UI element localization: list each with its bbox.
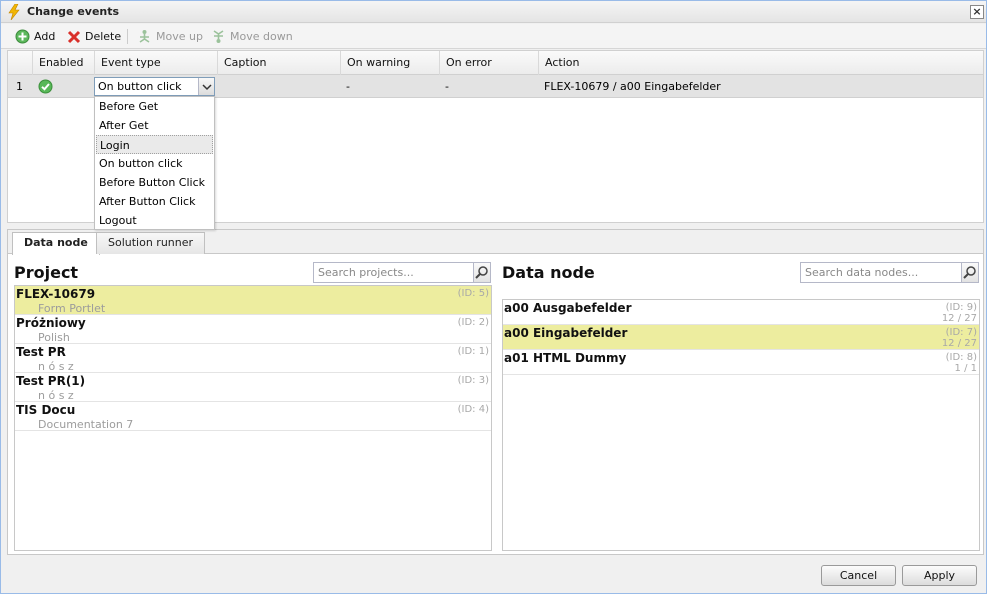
delete-button[interactable]: Delete <box>67 27 121 46</box>
project-name: TIS Docu <box>16 403 76 417</box>
project-id: (ID: 5) <box>457 288 489 299</box>
datanode-id: (ID: 9) <box>945 302 977 313</box>
dropdown-option-highlighted[interactable]: Login <box>96 135 213 154</box>
delete-icon <box>67 30 81 43</box>
list-item[interactable]: a00 Eingabefelder (ID: 7) 12 / 27 <box>503 325 979 350</box>
on-warning-cell[interactable]: - <box>340 75 350 98</box>
search-icon <box>475 266 488 279</box>
dropdown-option[interactable]: Logout <box>96 211 213 230</box>
dropdown-option[interactable]: Before Get <box>96 97 213 116</box>
enabled-check-icon[interactable] <box>38 79 53 94</box>
add-button[interactable]: Add <box>15 27 55 46</box>
list-item[interactable]: TIS Docu Documentation 7 (ID: 4) <box>15 402 491 431</box>
move-up-label: Move up <box>156 30 203 43</box>
datanode-name: a00 Eingabefelder <box>504 326 628 340</box>
event-type-combo[interactable]: On button click <box>94 77 215 96</box>
project-subtitle: n ó s z <box>38 360 74 373</box>
grid-header: Enabled Event type Caption On warning On… <box>8 51 983 75</box>
move-down-icon <box>213 30 224 43</box>
combo-trigger[interactable] <box>198 78 214 95</box>
title-bar: Change events × <box>1 1 986 23</box>
delete-label: Delete <box>85 30 122 43</box>
list-item[interactable]: FLEX-10679 Form Portlet (ID: 5) <box>15 286 491 315</box>
close-icon: × <box>972 5 982 18</box>
column-header-event-type[interactable]: Event type <box>94 51 217 75</box>
project-subtitle: n ó s z <box>38 389 74 402</box>
project-list: FLEX-10679 Form Portlet (ID: 5) Próżniow… <box>14 285 492 551</box>
move-up-icon <box>139 30 150 43</box>
dropdown-option[interactable]: After Get <box>96 116 213 135</box>
move-down-label: Move down <box>230 30 293 43</box>
column-header-caption[interactable]: Caption <box>217 51 340 75</box>
add-label: Add <box>34 30 56 43</box>
event-type-value: On button click <box>98 80 182 93</box>
list-item[interactable]: a01 HTML Dummy (ID: 8) 1 / 1 <box>503 350 979 375</box>
action-cell[interactable]: FLEX-10679 / a00 Eingabefelder <box>538 75 721 98</box>
list-item[interactable]: Test PR n ó s z (ID: 1) <box>15 344 491 373</box>
on-error-cell[interactable]: - <box>439 75 449 98</box>
tab-strip: Data node Solution runner <box>8 230 983 255</box>
project-name: Test PR(1) <box>16 374 86 388</box>
datanode-count: 12 / 27 <box>941 313 977 324</box>
column-header-on-warning[interactable]: On warning <box>340 51 439 75</box>
datanode-name: a01 HTML Dummy <box>504 351 627 365</box>
datanode-id: (ID: 7) <box>945 327 977 338</box>
search-projects-button[interactable] <box>473 262 491 283</box>
event-type-dropdown: Before Get After Get Login On button cli… <box>94 96 215 230</box>
check-circle-icon <box>38 79 53 94</box>
project-subtitle: Polish <box>38 331 70 344</box>
column-header-on-error[interactable]: On error <box>439 51 538 75</box>
project-name: FLEX-10679 <box>16 287 96 301</box>
search-data-nodes-button[interactable] <box>961 262 979 283</box>
dropdown-option[interactable]: Before Button Click <box>96 173 213 192</box>
tab-panel: Data node Solution runner Project Search… <box>7 229 984 555</box>
dropdown-option[interactable]: On button click <box>96 154 213 173</box>
datanode-name: a00 Ausgabefelder <box>504 301 632 315</box>
datanode-id: (ID: 8) <box>945 352 977 363</box>
move-up-button[interactable]: Move up <box>137 27 203 46</box>
toolbar-separator <box>127 29 128 44</box>
chevron-down-icon <box>202 84 212 91</box>
datanode-list: a00 Ausgabefelder (ID: 9) 12 / 27 a00 Ei… <box>502 299 980 551</box>
move-down-button[interactable]: Move down <box>211 27 293 46</box>
caption-cell[interactable] <box>217 75 223 98</box>
list-item[interactable]: Test PR(1) n ó s z (ID: 3) <box>15 373 491 402</box>
lightning-icon <box>8 4 20 20</box>
project-subtitle: Form Portlet <box>38 302 106 315</box>
search-icon <box>963 266 976 279</box>
project-id: (ID: 1) <box>457 346 489 357</box>
dialog-title: Change events <box>27 5 120 18</box>
change-events-dialog: Change events × Add Delete Move up Move … <box>0 0 987 594</box>
list-item[interactable]: Próżniowy Polish (ID: 2) <box>15 315 491 344</box>
datanode-pane-title: Data node <box>502 263 595 282</box>
row-number: 1 <box>16 80 23 93</box>
close-button[interactable]: × <box>970 5 984 19</box>
project-name: Próżniowy <box>16 316 86 330</box>
dropdown-option[interactable]: After Button Click <box>96 192 213 211</box>
project-name: Test PR <box>16 345 66 359</box>
toolbar: Add Delete Move up Move down <box>1 24 986 49</box>
tab-solution-runner[interactable]: Solution runner <box>96 232 206 254</box>
apply-button[interactable]: Apply <box>902 565 977 586</box>
project-id: (ID: 4) <box>457 404 489 415</box>
datanode-count: 12 / 27 <box>941 338 977 349</box>
column-header-action[interactable]: Action <box>538 51 983 75</box>
column-header-enabled[interactable]: Enabled <box>32 51 94 75</box>
project-id: (ID: 3) <box>457 375 489 386</box>
tab-data-node[interactable]: Data node <box>12 232 100 255</box>
search-data-nodes-input[interactable]: Search data nodes... <box>800 262 962 283</box>
list-item[interactable]: a00 Ausgabefelder (ID: 9) 12 / 27 <box>503 300 979 325</box>
table-row[interactable]: 1 On button click - - FLEX-10679 / a00 E… <box>8 75 983 98</box>
datanode-count: 1 / 1 <box>954 363 977 374</box>
cancel-button[interactable]: Cancel <box>821 565 896 586</box>
add-icon <box>15 29 30 44</box>
search-projects-input[interactable]: Search projects... <box>313 262 475 283</box>
project-id: (ID: 2) <box>457 317 489 328</box>
project-pane-title: Project <box>14 263 79 282</box>
project-subtitle: Documentation 7 <box>38 418 134 431</box>
